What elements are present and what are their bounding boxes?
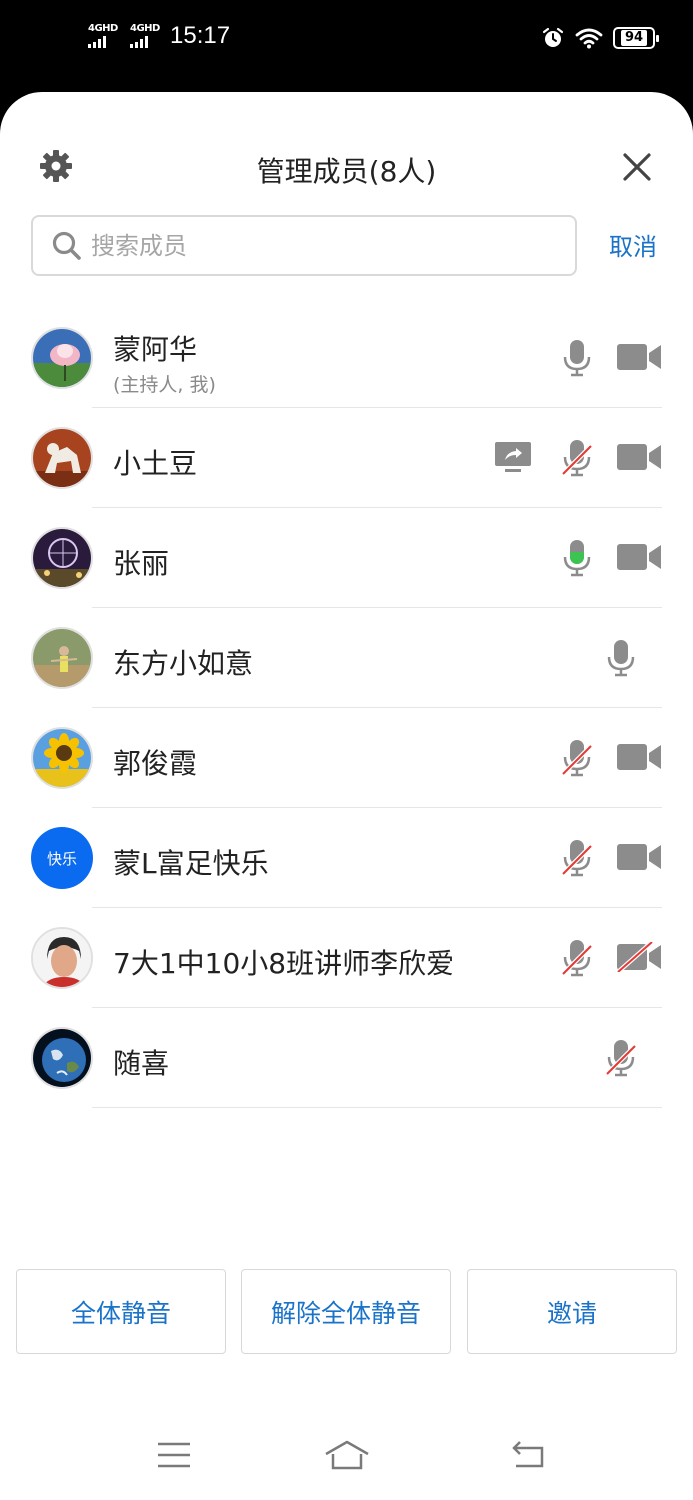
avatar bbox=[31, 327, 93, 389]
member-row[interactable]: 张丽 bbox=[0, 508, 693, 608]
row-divider bbox=[92, 1107, 662, 1108]
network-type-label: 4GHD bbox=[88, 23, 118, 34]
mic-muted-icon[interactable] bbox=[560, 438, 594, 478]
home-icon[interactable] bbox=[324, 1440, 370, 1470]
member-row[interactable]: 郭俊霞 bbox=[0, 708, 693, 808]
avatar bbox=[31, 527, 93, 589]
bulk-actions: 全体静音 解除全体静音 邀请 bbox=[0, 1269, 693, 1354]
back-icon[interactable] bbox=[510, 1440, 546, 1470]
signal-indicator-1: 4GHD bbox=[88, 24, 118, 48]
member-name: 蒙L富足快乐 bbox=[113, 847, 269, 880]
member-name: 东方小如意 bbox=[113, 647, 254, 680]
camera-icon[interactable] bbox=[616, 342, 662, 372]
avatar bbox=[31, 1027, 93, 1089]
member-list: 蒙阿华 (主持人, 我) 小土豆 张丽 东方小如意 郭俊霞 快乐 蒙L富足快乐 … bbox=[0, 308, 693, 1108]
clock-time: 15:17 bbox=[170, 22, 231, 49]
camera-icon[interactable] bbox=[616, 742, 662, 772]
screen-share-icon bbox=[495, 442, 531, 472]
avatar bbox=[31, 627, 93, 689]
camera-icon[interactable] bbox=[616, 442, 662, 472]
member-row[interactable]: 东方小如意 bbox=[0, 608, 693, 708]
member-row[interactable]: 快乐 蒙L富足快乐 bbox=[0, 808, 693, 908]
member-row[interactable]: 随喜 bbox=[0, 1008, 693, 1108]
camera-icon[interactable] bbox=[616, 842, 662, 872]
mic-muted-icon[interactable] bbox=[604, 1038, 638, 1078]
member-name: 蒙阿华 bbox=[113, 333, 198, 366]
avatar bbox=[31, 727, 93, 789]
signal-bars-icon bbox=[130, 36, 148, 48]
unmute-all-button[interactable]: 解除全体静音 bbox=[241, 1269, 451, 1354]
member-name: 张丽 bbox=[113, 547, 170, 580]
sheet-header: 管理成员(8人) bbox=[0, 138, 693, 194]
member-role: (主持人, 我) bbox=[113, 374, 216, 396]
close-icon[interactable] bbox=[620, 150, 654, 184]
search-input[interactable] bbox=[91, 231, 561, 260]
wifi-icon bbox=[575, 28, 603, 49]
mic-muted-icon[interactable] bbox=[560, 738, 594, 778]
manage-members-sheet: 管理成员(8人) 取消 bbox=[0, 92, 693, 1500]
status-bar: 4GHD 4GHD 15:17 94 bbox=[0, 0, 693, 92]
member-name: 7大1中10小8班讲师李欣爱 bbox=[113, 947, 455, 980]
system-nav-bar bbox=[0, 1426, 693, 1500]
battery-icon: 94 bbox=[613, 27, 659, 49]
signal-bars-icon bbox=[88, 36, 106, 48]
avatar: 快乐 bbox=[31, 827, 93, 889]
signal-indicator-2: 4GHD bbox=[130, 24, 160, 48]
mic-muted-icon[interactable] bbox=[560, 938, 594, 978]
mic-icon[interactable] bbox=[604, 638, 638, 678]
network-type-label: 4GHD bbox=[130, 23, 160, 34]
member-row[interactable]: 蒙阿华 (主持人, 我) bbox=[0, 308, 693, 408]
mic-icon[interactable] bbox=[560, 338, 594, 378]
member-name: 随喜 bbox=[113, 1047, 170, 1080]
mic-muted-icon[interactable] bbox=[560, 838, 594, 878]
cancel-button[interactable]: 取消 bbox=[609, 227, 657, 262]
mic-speaking-icon[interactable] bbox=[560, 538, 594, 578]
camera-off-icon[interactable] bbox=[616, 942, 662, 972]
invite-button[interactable]: 邀请 bbox=[467, 1269, 677, 1354]
page-title: 管理成员(8人) bbox=[256, 155, 437, 188]
mute-all-button[interactable]: 全体静音 bbox=[16, 1269, 226, 1354]
search-row: 取消 bbox=[0, 215, 693, 277]
member-row[interactable]: 小土豆 bbox=[0, 408, 693, 508]
alarm-clock-icon bbox=[542, 27, 564, 47]
status-icons: 94 bbox=[541, 26, 659, 50]
menu-icon[interactable] bbox=[156, 1440, 192, 1470]
avatar bbox=[31, 927, 93, 989]
member-row[interactable]: 7大1中10小8班讲师李欣爱 bbox=[0, 908, 693, 1008]
search-icon bbox=[52, 231, 81, 260]
member-name: 小土豆 bbox=[113, 447, 198, 480]
battery-level: 94 bbox=[620, 30, 648, 46]
camera-icon[interactable] bbox=[616, 542, 662, 572]
search-box[interactable] bbox=[31, 215, 577, 276]
avatar bbox=[31, 427, 93, 489]
member-name: 郭俊霞 bbox=[113, 747, 198, 780]
